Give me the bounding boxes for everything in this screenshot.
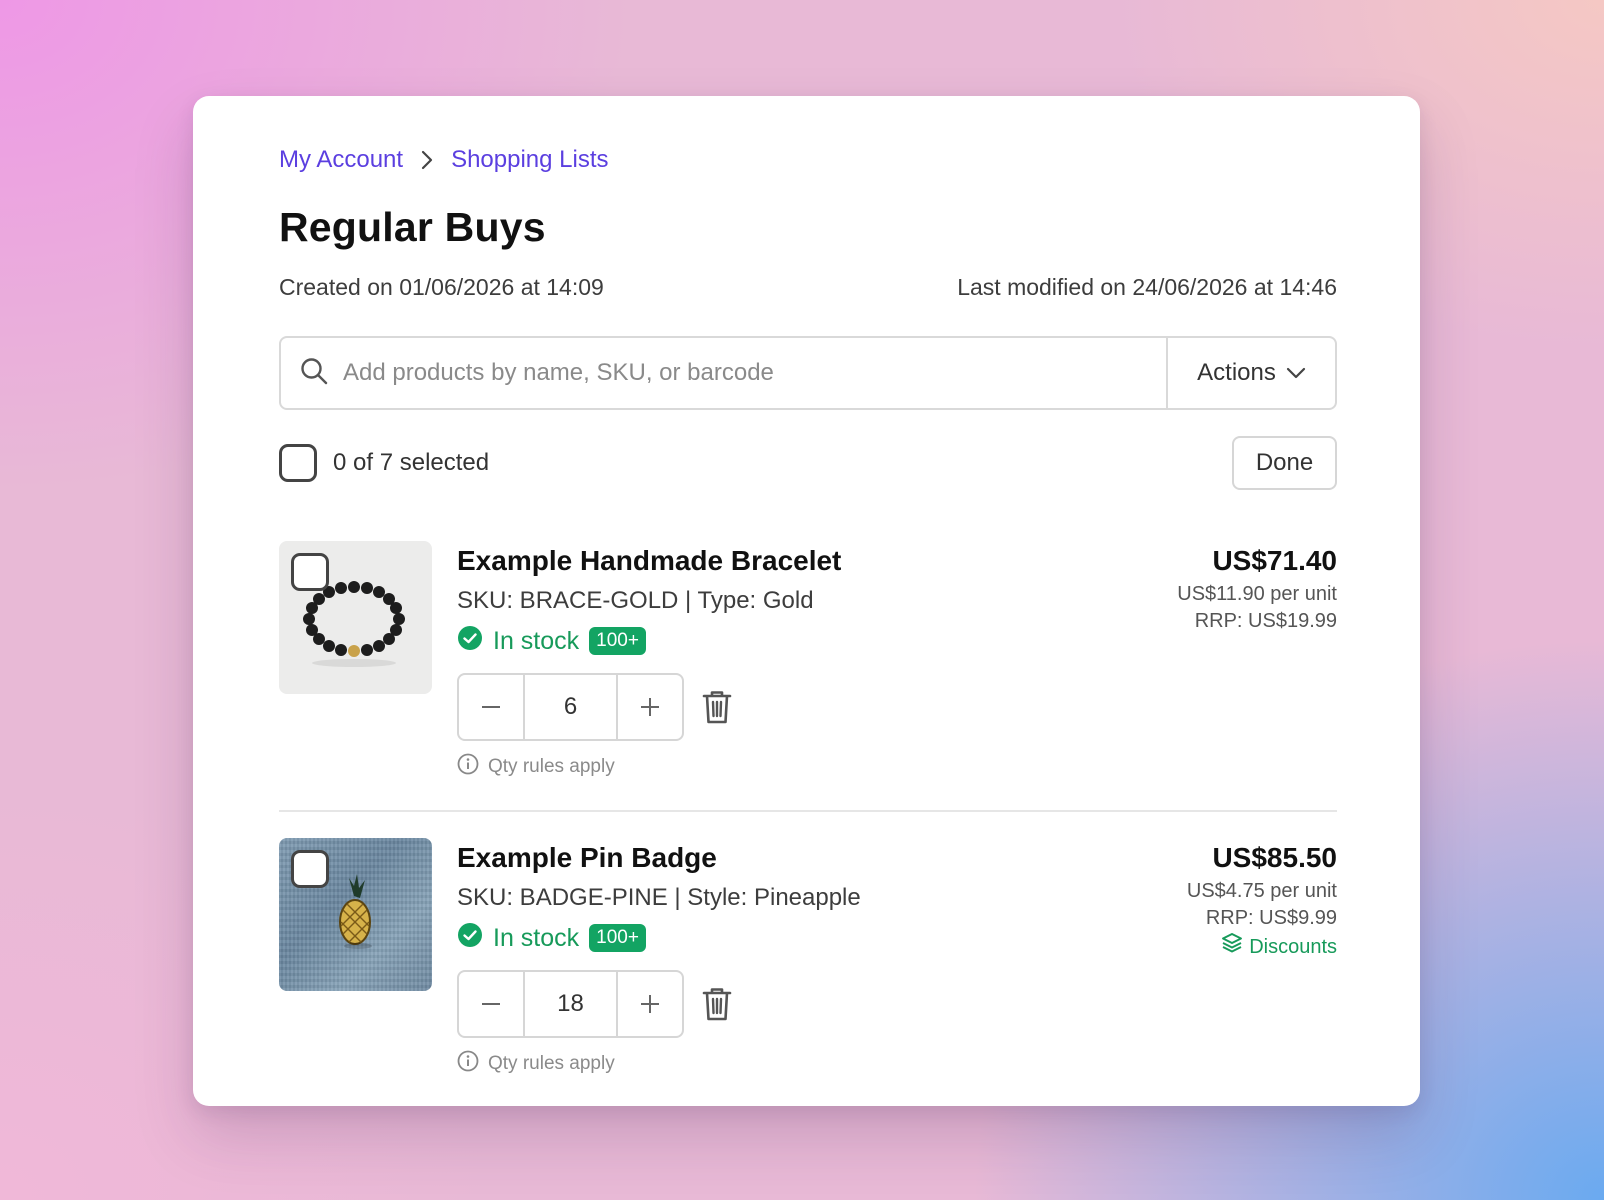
qty-rules-note[interactable]: Qty rules apply (457, 753, 841, 781)
select-all-checkbox[interactable] (279, 444, 317, 482)
product-image (279, 541, 432, 694)
stock-label: In stock (493, 626, 580, 655)
rrp-price: RRP: US$9.99 (1205, 907, 1337, 929)
plus-icon (641, 995, 659, 1013)
stock-badge: 100+ (589, 924, 646, 952)
decrease-button[interactable] (459, 675, 523, 739)
increase-button[interactable] (618, 972, 682, 1036)
product-search-bar: Actions (279, 336, 1337, 410)
breadcrumb: My Account Shopping Lists (279, 146, 609, 174)
chevron-right-icon (415, 148, 439, 172)
stack-icon (1221, 932, 1243, 962)
stock-status: In stock 100+ (457, 621, 841, 661)
item-checkbox[interactable] (291, 553, 329, 591)
search-input[interactable] (343, 359, 1166, 387)
unit-price: US$4.75 per unit (1186, 880, 1337, 902)
price-column: US$71.40 US$11.90 per unit RRP: US$19.99 (1177, 541, 1337, 635)
qty-rules-label: Qty rules apply (488, 756, 615, 777)
line-total: US$71.40 (1212, 545, 1337, 576)
done-button[interactable]: Done (1232, 436, 1337, 490)
product-sku: SKU: BRACE-GOLD | Type: Gold (457, 587, 814, 614)
product-sku: SKU: BADGE-PINE | Style: Pineapple (457, 884, 861, 911)
created-date: Created on 01/06/2026 at 14:09 (279, 274, 604, 300)
chevron-down-icon (1286, 359, 1306, 387)
unit-price: US$11.90 per unit (1177, 583, 1337, 605)
product-image (279, 838, 432, 991)
quantity-row: 18 (457, 970, 861, 1038)
product-name[interactable]: Example Pin Badge (457, 838, 861, 878)
line-total: US$85.50 (1212, 842, 1337, 873)
search-icon (299, 356, 329, 391)
item-checkbox[interactable] (291, 850, 329, 888)
selection-bar: 0 of 7 selected Done (279, 436, 1337, 490)
increase-button[interactable] (618, 675, 682, 739)
search-field (281, 338, 1166, 408)
info-icon (457, 753, 479, 781)
plus-icon (641, 698, 659, 716)
stock-label: In stock (493, 923, 580, 952)
quantity-input[interactable]: 18 (523, 972, 618, 1036)
discounts-label: Discounts (1249, 936, 1337, 958)
shopping-list-card: My Account Shopping Lists Regular Buys C… (193, 96, 1420, 1106)
product-info: Example Pin Badge SKU: BADGE-PINE | Styl… (457, 838, 861, 1078)
rrp-price: RRP: US$19.99 (1194, 610, 1337, 632)
discounts-link[interactable]: Discounts (1221, 932, 1337, 962)
quantity-stepper: 6 (457, 673, 684, 741)
page-title: Regular Buys (279, 204, 546, 250)
quantity-row: 6 (457, 673, 841, 741)
modified-date: Last modified on 24/06/2026 at 14:46 (957, 274, 1337, 300)
check-circle-icon (457, 922, 483, 955)
list-meta: Created on 01/06/2026 at 14:09 Last modi… (279, 274, 1337, 301)
price-column: US$85.50 US$4.75 per unit RRP: US$9.99 D… (1187, 838, 1337, 962)
list-item: Example Handmade Bracelet SKU: BRACE-GOL… (279, 541, 1337, 781)
quantity-input[interactable]: 6 (523, 675, 618, 739)
minus-icon (482, 706, 500, 708)
actions-dropdown[interactable]: Actions (1166, 338, 1335, 408)
decrease-button[interactable] (459, 972, 523, 1036)
trash-icon[interactable] (700, 984, 734, 1024)
trash-icon[interactable] (700, 687, 734, 727)
item-divider (279, 810, 1337, 812)
stock-badge: 100+ (589, 627, 646, 655)
qty-rules-label: Qty rules apply (488, 1053, 615, 1074)
selection-count: 0 of 7 selected (333, 449, 490, 476)
list-item: Example Pin Badge SKU: BADGE-PINE | Styl… (279, 838, 1337, 1078)
quantity-stepper: 18 (457, 970, 684, 1038)
actions-label: Actions (1197, 359, 1276, 386)
minus-icon (482, 1003, 500, 1005)
info-icon (457, 1050, 479, 1078)
check-circle-icon (457, 625, 483, 658)
product-name[interactable]: Example Handmade Bracelet (457, 541, 841, 581)
product-info: Example Handmade Bracelet SKU: BRACE-GOL… (457, 541, 841, 781)
breadcrumb-my-account[interactable]: My Account (279, 146, 403, 174)
select-all: 0 of 7 selected (279, 444, 489, 482)
qty-rules-note[interactable]: Qty rules apply (457, 1050, 861, 1078)
stock-status: In stock 100+ (457, 918, 861, 958)
breadcrumb-shopping-lists[interactable]: Shopping Lists (451, 146, 608, 174)
